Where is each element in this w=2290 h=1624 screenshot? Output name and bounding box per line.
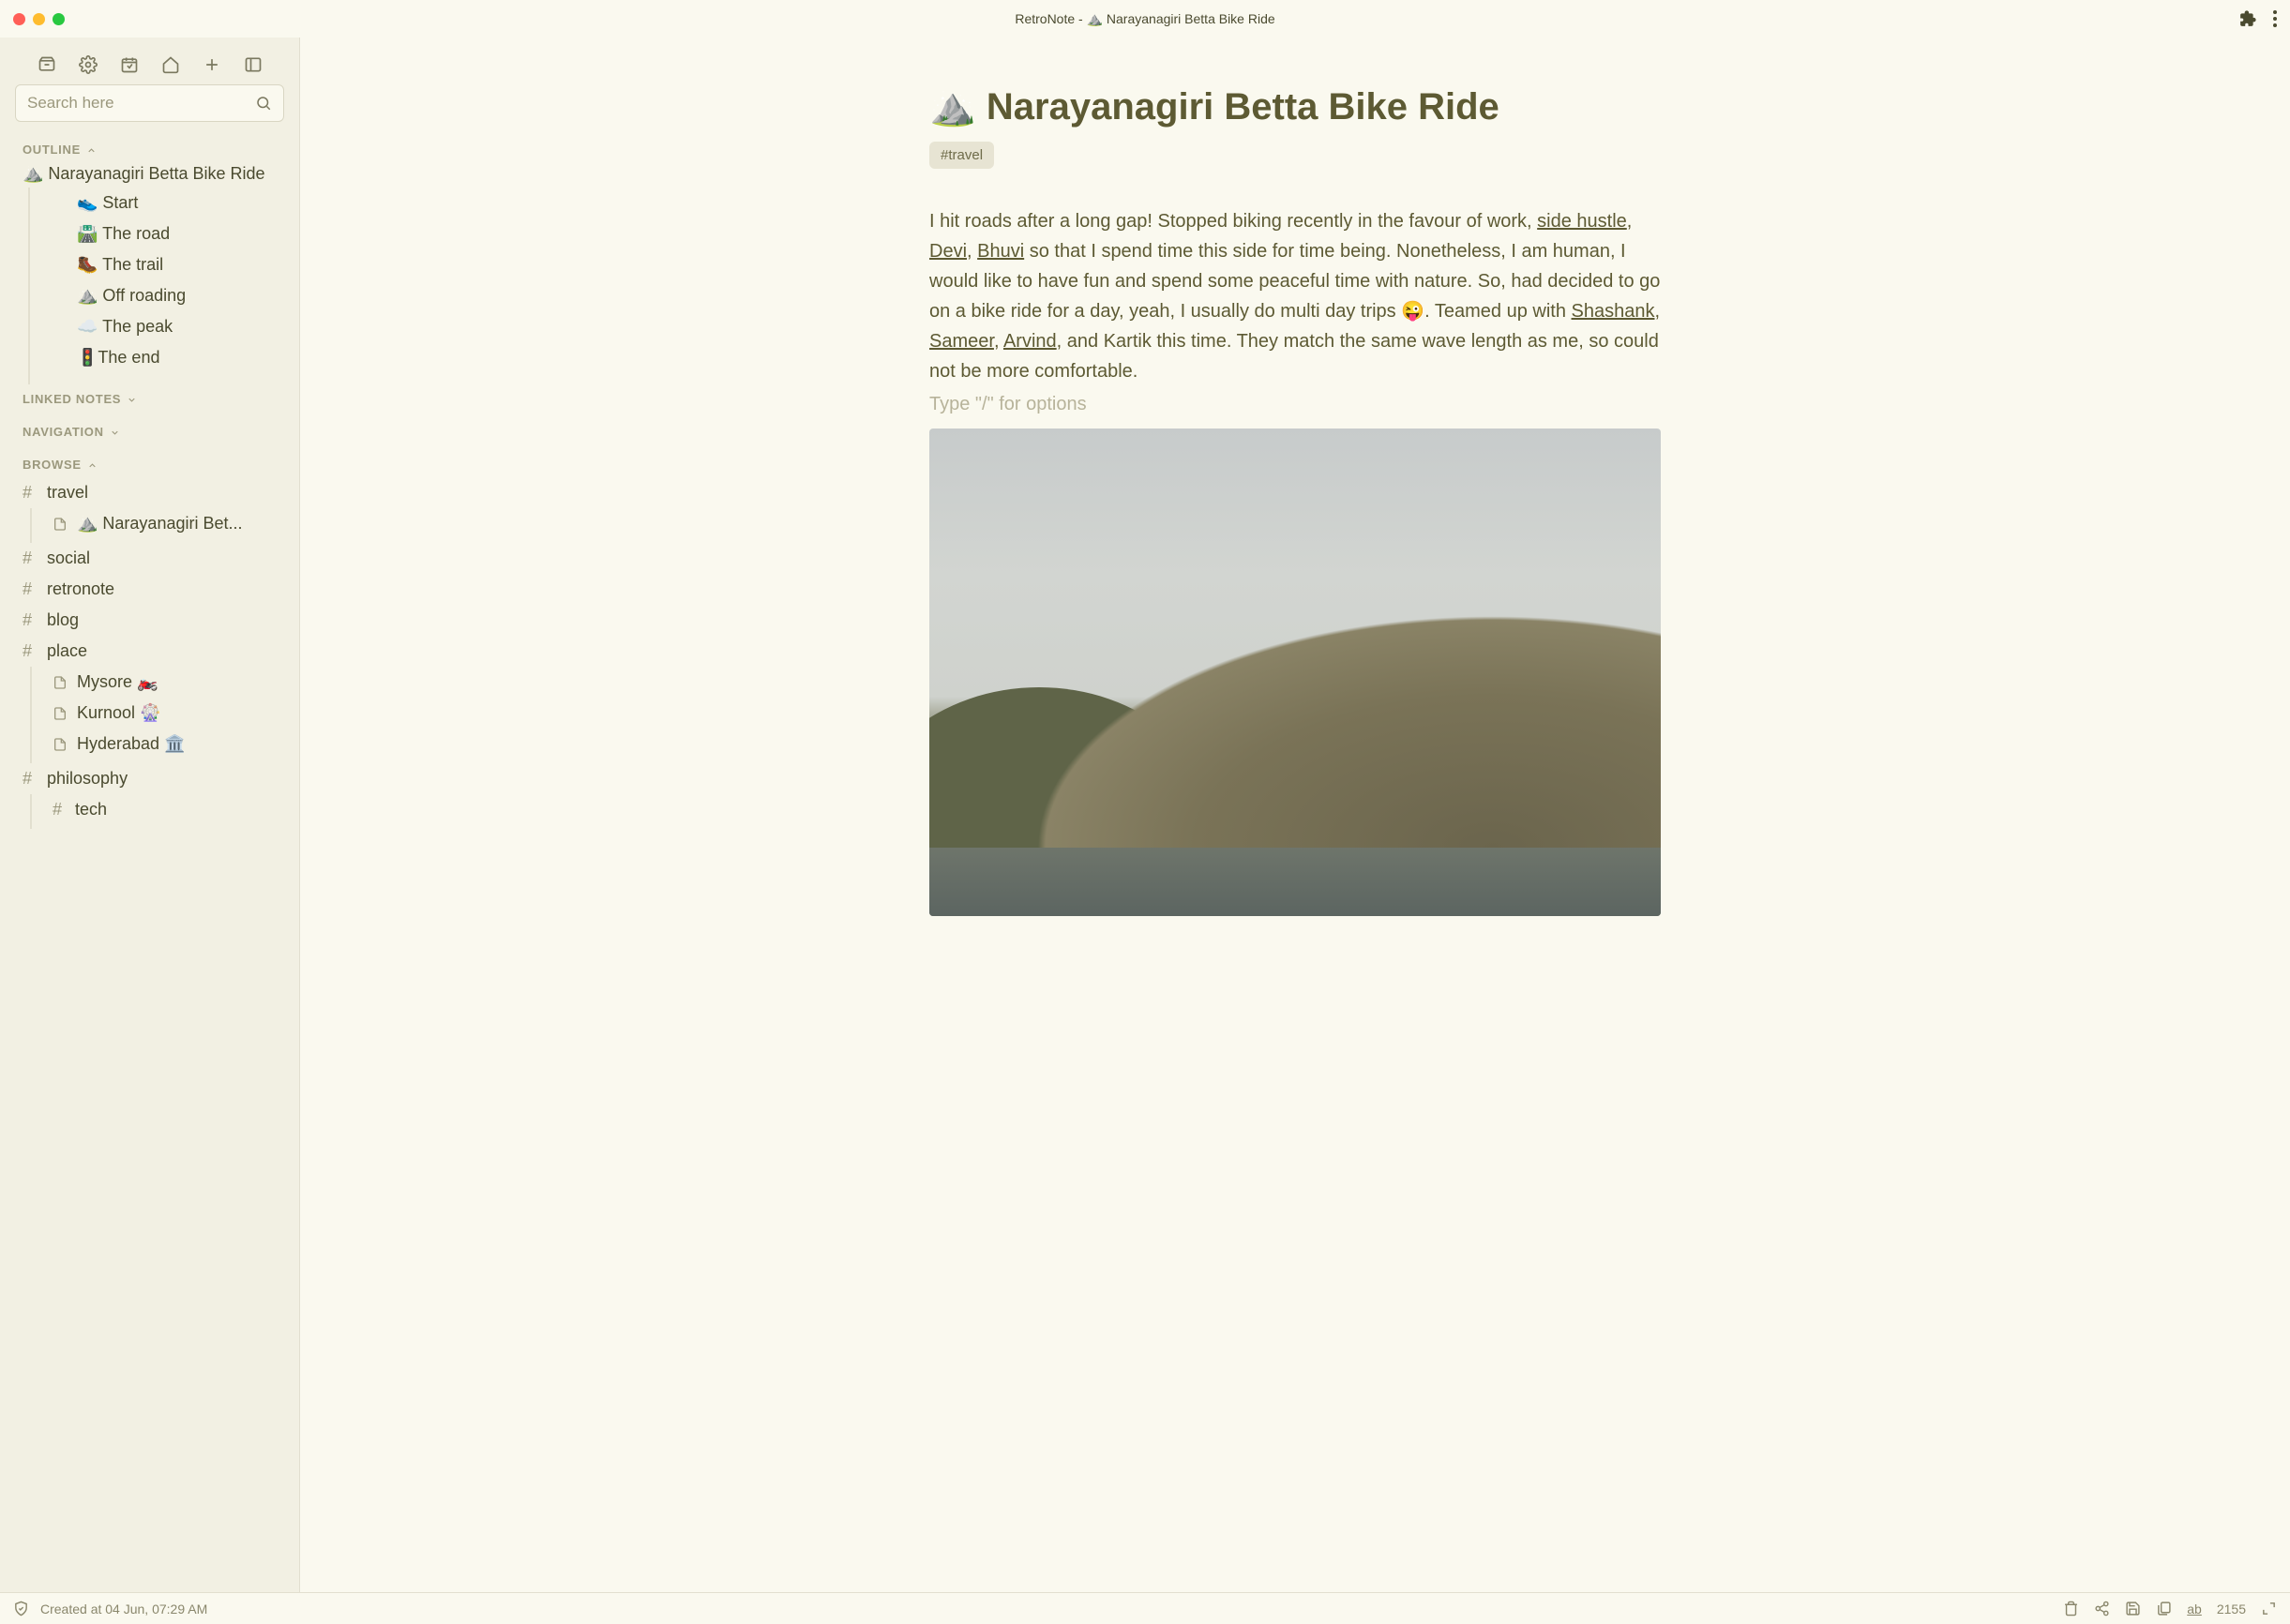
outline-section-header[interactable]: OUTLINE [0, 135, 299, 162]
shield-icon[interactable] [13, 1601, 29, 1616]
tag-blog[interactable]: #blog [0, 605, 299, 636]
hash-icon: # [23, 610, 34, 630]
expand-icon[interactable] [2261, 1601, 2277, 1616]
close-window-button[interactable] [13, 13, 25, 25]
word-count[interactable]: 2155 [2217, 1601, 2246, 1616]
settings-button[interactable] [78, 54, 98, 75]
browse-list: #travel ⛰️ Narayanagiri Bet... #social #… [0, 477, 299, 840]
chevron-up-icon [86, 144, 98, 156]
link-shashank[interactable]: Shashank [1572, 301, 1655, 322]
document-icon [53, 516, 68, 533]
more-menu-icon[interactable] [2273, 10, 2277, 27]
outline-root-item[interactable]: ⛰️ Narayanagiri Betta Bike Ride [0, 162, 299, 188]
search-input[interactable] [27, 94, 248, 113]
chevron-down-icon [127, 394, 138, 405]
calendar-button[interactable] [119, 54, 140, 75]
paragraph[interactable]: I hit roads after a long gap! Stopped bi… [929, 206, 1661, 386]
window-title: RetroNote - ⛰️ Narayanagiri Betta Bike R… [0, 11, 2290, 27]
outline-item[interactable]: ☁️ The peak [66, 311, 299, 342]
new-note-button[interactable] [202, 54, 222, 75]
inbox-button[interactable] [37, 54, 57, 75]
created-timestamp: Created at 04 Jun, 07:29 AM [40, 1601, 207, 1616]
document-icon [53, 705, 68, 722]
document-title[interactable]: ⛰️ Narayanagiri Betta Bike Ride [929, 84, 1661, 128]
outline-list: 👟 Start 🛣️ The road 🥾 The trail ⛰️ Off r… [28, 188, 299, 384]
chevron-up-icon [87, 459, 98, 471]
files-icon[interactable] [2156, 1601, 2172, 1616]
link-devi[interactable]: Devi [929, 241, 967, 262]
search-box[interactable] [15, 84, 284, 122]
hash-icon: # [23, 483, 34, 503]
sidebar: OUTLINE ⛰️ Narayanagiri Betta Bike Ride … [0, 38, 300, 1592]
tag-travel[interactable]: #travel [0, 477, 299, 508]
link-arvind[interactable]: Arvind [1003, 331, 1057, 352]
hash-icon: # [23, 769, 34, 789]
linked-notes-section-header[interactable]: LINKED NOTES [0, 384, 299, 412]
outline-item[interactable]: ⛰️ Off roading [66, 280, 299, 311]
document-icon [53, 674, 68, 691]
toggle-sidebar-button[interactable] [243, 54, 264, 75]
home-button[interactable] [160, 54, 181, 75]
status-bar: Created at 04 Jun, 07:29 AM ab 2155 [0, 1592, 2290, 1624]
outline-item[interactable]: 🥾 The trail [66, 249, 299, 280]
save-icon[interactable] [2125, 1601, 2141, 1616]
page-item[interactable]: ⛰️ Narayanagiri Bet... [41, 508, 299, 539]
hash-icon: # [23, 579, 34, 599]
tag-tech[interactable]: #tech [41, 794, 299, 825]
tag-philosophy[interactable]: #philosophy [0, 763, 299, 794]
navigation-section-header[interactable]: NAVIGATION [0, 417, 299, 444]
minimize-window-button[interactable] [33, 13, 45, 25]
hash-icon: # [23, 549, 34, 568]
page-item[interactable]: Kurnool 🎡 [41, 698, 299, 729]
tag-retronote[interactable]: #retronote [0, 574, 299, 605]
hero-image[interactable] [929, 429, 1661, 916]
page-item[interactable]: Hyderabad 🏛️ [41, 729, 299, 759]
link-sameer[interactable]: Sameer [929, 331, 994, 352]
page-item[interactable]: Mysore 🏍️ [41, 667, 299, 698]
trash-icon[interactable] [2063, 1601, 2079, 1616]
tag-social[interactable]: #social [0, 543, 299, 574]
hash-icon: # [53, 800, 62, 820]
outline-item[interactable]: 🛣️ The road [66, 218, 299, 249]
share-icon[interactable] [2094, 1601, 2110, 1616]
tag-pill-travel[interactable]: #travel [929, 142, 994, 169]
window-titlebar: RetroNote - ⛰️ Narayanagiri Betta Bike R… [0, 0, 2290, 38]
hash-icon: # [23, 641, 34, 661]
maximize-window-button[interactable] [53, 13, 65, 25]
link-side-hustle[interactable]: side hustle [1537, 211, 1627, 232]
editor-pane[interactable]: ⛰️ Narayanagiri Betta Bike Ride #travel … [300, 38, 2290, 1592]
chevron-down-icon [110, 427, 121, 438]
search-icon [255, 95, 272, 112]
extensions-icon[interactable] [2239, 10, 2256, 27]
document-icon [53, 736, 68, 753]
outline-item[interactable]: 👟 Start [66, 188, 299, 218]
outline-item[interactable]: 🚦The end [66, 342, 299, 373]
link-bhuvi[interactable]: Bhuvi [977, 241, 1024, 262]
browse-section-header[interactable]: BROWSE [0, 450, 299, 477]
ab-toggle[interactable]: ab [2187, 1601, 2202, 1616]
sidebar-toolbar [0, 38, 299, 84]
tag-place[interactable]: #place [0, 636, 299, 667]
traffic-lights [13, 13, 65, 25]
slash-command-placeholder[interactable]: Type "/" for options [929, 394, 1661, 415]
